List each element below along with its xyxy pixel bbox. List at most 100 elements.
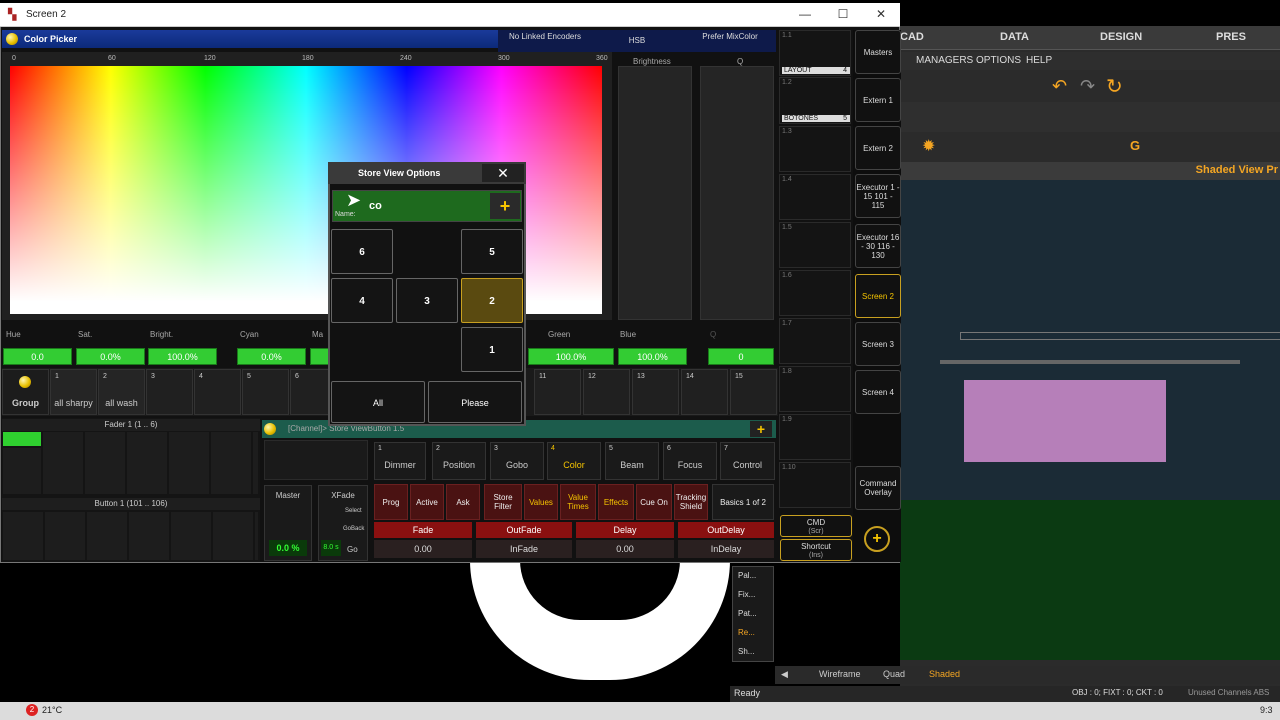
tab-quad[interactable]: Quad: [883, 669, 905, 679]
minimize-button[interactable]: —: [790, 7, 820, 23]
fader-1-level[interactable]: [3, 432, 41, 446]
feature-beam[interactable]: 5 Beam: [605, 442, 659, 480]
bright-value[interactable]: 100.0%: [148, 348, 217, 365]
view-slot-6-button[interactable]: 6: [331, 229, 393, 274]
exec-cell[interactable]: 1.8: [779, 366, 851, 412]
submenu-managers[interactable]: MANAGERS: [916, 55, 973, 66]
shortcut-button[interactable]: Shortcut (Ins): [780, 539, 852, 561]
hue-value[interactable]: 0.0: [3, 348, 72, 365]
exec-cell[interactable]: 1.7: [779, 318, 851, 364]
preset-12[interactable]: 12: [583, 369, 630, 415]
side-item-pal[interactable]: Pal...: [734, 567, 774, 585]
preset-5[interactable]: 5: [242, 369, 289, 415]
hsb-button[interactable]: HSB: [592, 30, 682, 52]
go-button[interactable]: Go: [347, 545, 358, 554]
view-masters[interactable]: Masters: [855, 30, 901, 74]
view-slot-5-button[interactable]: 5: [461, 229, 523, 274]
side-item-pat[interactable]: Pat...: [734, 605, 774, 623]
exec-cell[interactable]: 1.4: [779, 174, 851, 220]
menu-data[interactable]: DATA: [1000, 31, 1029, 43]
cue-on-button[interactable]: Cue On: [636, 484, 672, 520]
menu-pres[interactable]: PRES: [1216, 31, 1246, 43]
brightness-slider[interactable]: [618, 66, 692, 320]
q-slider[interactable]: [700, 66, 774, 320]
tracking-shield-button[interactable]: Tracking Shield: [674, 484, 708, 520]
outfade-value[interactable]: InFade: [476, 540, 572, 558]
store-filter-button[interactable]: Store Filter: [484, 484, 522, 520]
outdelay-value[interactable]: InDelay: [678, 540, 774, 558]
view-slot-4-button[interactable]: 4: [331, 278, 393, 323]
exec-cell[interactable]: 1.6: [779, 270, 851, 316]
botones-cell[interactable]: 1.2 BOTONES 5: [779, 77, 851, 124]
feature-focus[interactable]: 6 Focus: [663, 442, 717, 480]
submenu-help[interactable]: HELP: [1026, 55, 1052, 66]
prog-button[interactable]: Prog: [374, 484, 408, 520]
ask-button[interactable]: Ask: [446, 484, 480, 520]
tab-wireframe[interactable]: Wireframe: [819, 669, 861, 679]
dialog-plus-icon[interactable]: +: [490, 193, 520, 219]
menu-design[interactable]: DESIGN: [1100, 31, 1142, 43]
exec-cell[interactable]: 1.10: [779, 462, 851, 508]
exec-cell[interactable]: 1.5: [779, 222, 851, 268]
basics-button[interactable]: Basics 1 of 2: [712, 484, 774, 520]
fader-1-body[interactable]: [3, 448, 41, 494]
view-slot-3-button[interactable]: 3: [396, 278, 458, 323]
exec-cell[interactable]: 1.9: [779, 414, 851, 460]
window-titlebar[interactable]: ▚ Screen 2 — ☐ ✕: [0, 3, 900, 27]
tab-shaded[interactable]: Shaded: [929, 669, 960, 679]
add-view-icon[interactable]: +: [864, 526, 890, 552]
view-extern-2[interactable]: Extern 2: [855, 126, 901, 170]
fader-strip[interactable]: [43, 432, 258, 494]
sat-value[interactable]: 0.0%: [76, 348, 145, 365]
preset-13[interactable]: 13: [632, 369, 679, 415]
values-button[interactable]: Values: [524, 484, 558, 520]
q-value[interactable]: 0: [708, 348, 774, 365]
feature-control[interactable]: 7 Control: [720, 442, 775, 480]
side-item-re[interactable]: Re...: [734, 624, 774, 642]
effects-button[interactable]: Effects: [598, 484, 634, 520]
dialog-close-icon[interactable]: ✕: [482, 164, 524, 182]
feature-dimmer[interactable]: 1 Dimmer: [374, 442, 426, 480]
undo-icon[interactable]: ↶: [1052, 76, 1067, 97]
cyan-value[interactable]: 0.0%: [237, 348, 306, 365]
gear-icon[interactable]: ✹: [922, 136, 935, 156]
view-screen-2[interactable]: Screen 2: [855, 274, 901, 318]
close-button[interactable]: ✕: [866, 7, 896, 23]
view-command-overlay[interactable]: Command Overlay: [855, 466, 901, 510]
side-item-fix[interactable]: Fix...: [734, 586, 774, 604]
name-input[interactable]: [366, 193, 488, 219]
redo-icon[interactable]: ↷: [1080, 76, 1095, 97]
g-icon[interactable]: G: [1130, 138, 1140, 153]
active-button[interactable]: Active: [410, 484, 444, 520]
view-screen-3[interactable]: Screen 3: [855, 322, 901, 366]
please-button[interactable]: Please: [428, 381, 522, 423]
feature-color[interactable]: 4 Color: [547, 442, 601, 480]
preset-3[interactable]: 3: [146, 369, 193, 415]
value-times-button[interactable]: Value Times: [560, 484, 596, 520]
view-executor-16-30[interactable]: Executor 16 - 30 116 - 130: [855, 224, 901, 268]
preset-11[interactable]: 11: [534, 369, 581, 415]
preset-1[interactable]: 1 all sharpy: [50, 369, 97, 415]
select-label[interactable]: Select: [345, 508, 362, 514]
3d-viewport[interactable]: [900, 180, 1280, 660]
refresh-icon[interactable]: ↻: [1106, 74, 1123, 99]
goback-label[interactable]: GoBack: [343, 526, 364, 532]
group-button[interactable]: Group: [2, 369, 49, 415]
layout-cell[interactable]: 1.1 LAYOUT 4: [779, 30, 851, 76]
blue-value[interactable]: 100.0%: [618, 348, 687, 365]
delay-value[interactable]: 0.00: [576, 540, 674, 558]
preset-15[interactable]: 15: [730, 369, 777, 415]
view-executor-1-15[interactable]: Executor 1 - 15 101 - 115: [855, 174, 901, 218]
feature-position[interactable]: 2 Position: [432, 442, 486, 480]
no-linked-encoders-button[interactable]: No Linked Encoders: [500, 30, 590, 52]
cmd-button[interactable]: CMD (Scr): [780, 515, 852, 537]
fade-value[interactable]: 0.00: [374, 540, 472, 558]
submenu-options[interactable]: OPTIONS: [976, 55, 1021, 66]
command-plus-icon[interactable]: +: [750, 421, 772, 437]
preset-14[interactable]: 14: [681, 369, 728, 415]
button-strip[interactable]: [3, 512, 258, 560]
xfade-fader[interactable]: XFade Select GoBack 8.0 s Go: [318, 485, 368, 561]
view-extern-1[interactable]: Extern 1: [855, 78, 901, 122]
view-screen-4[interactable]: Screen 4: [855, 370, 901, 414]
maximize-button[interactable]: ☐: [828, 7, 858, 23]
